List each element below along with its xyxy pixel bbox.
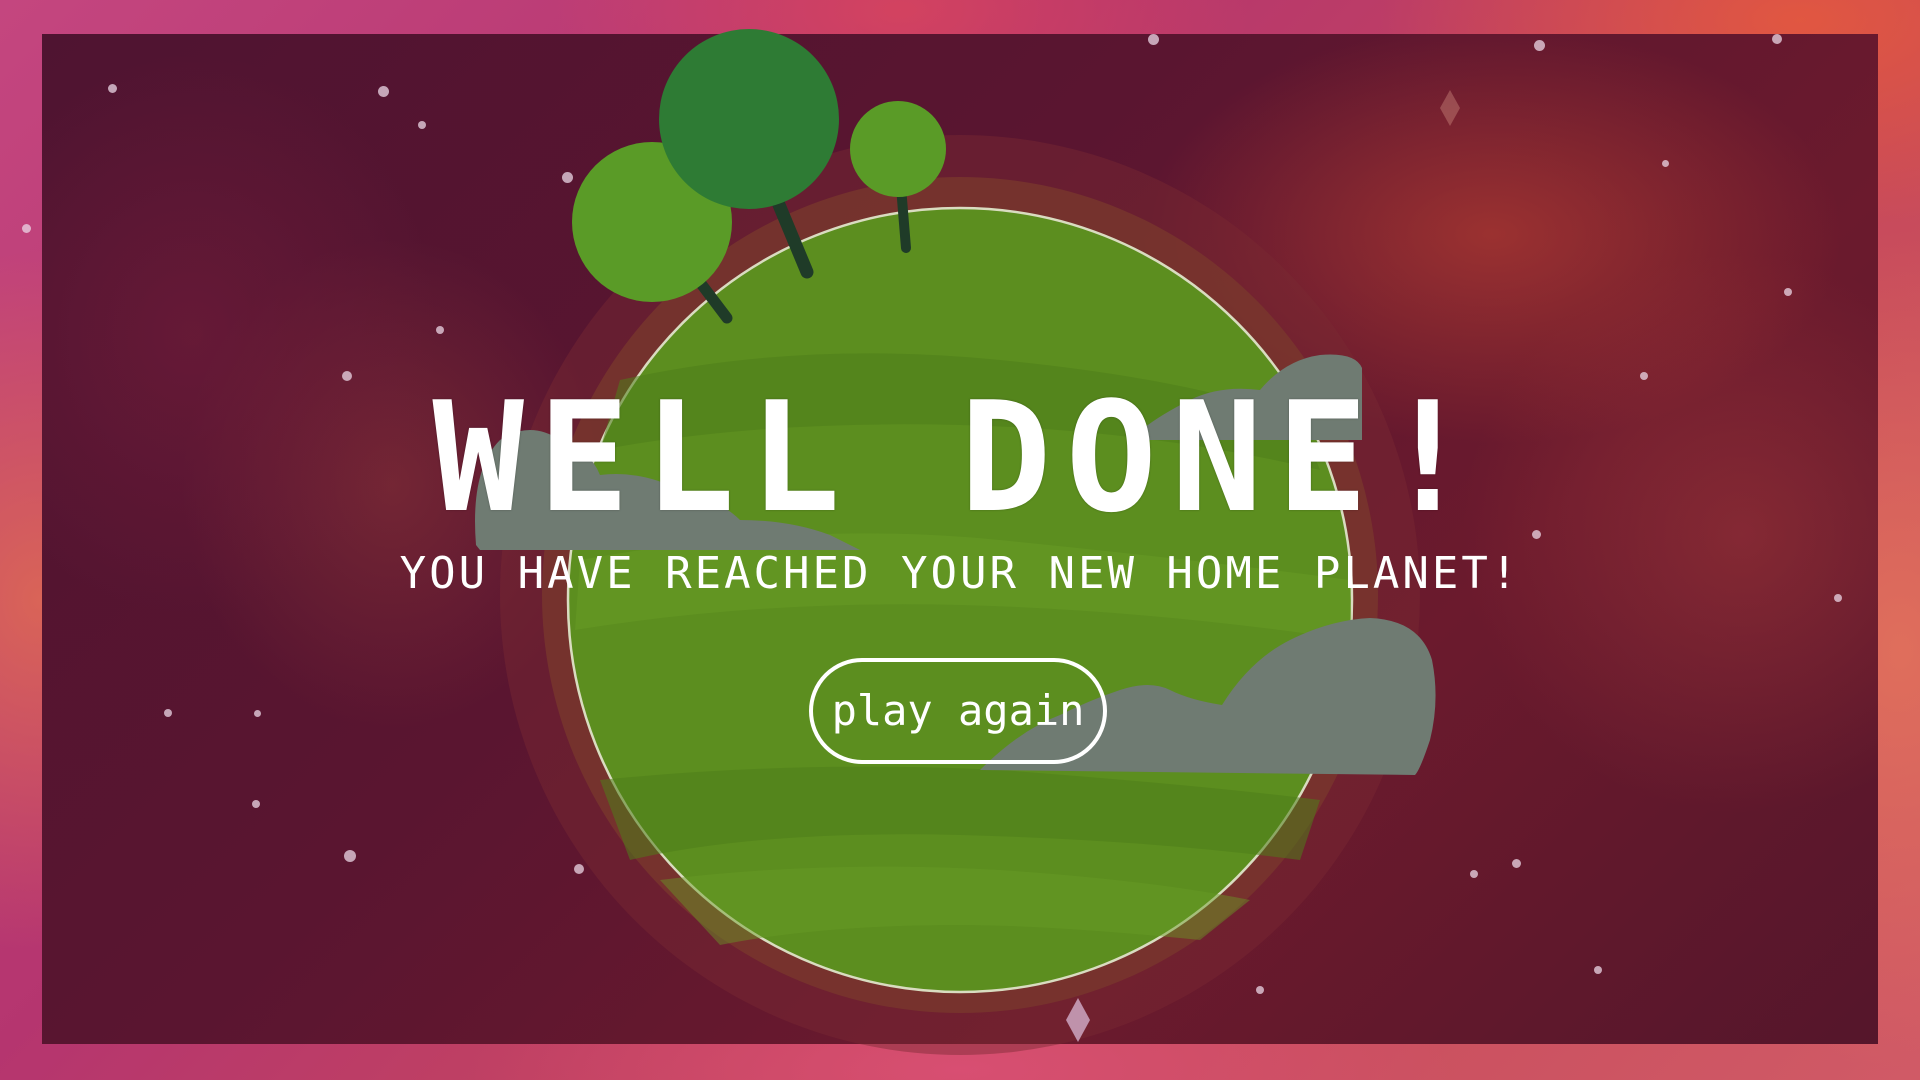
end-screen-ui: WELL DONE! YOU HAVE REACHED YOUR NEW HOM… (0, 0, 1920, 1080)
well-done-title: WELL DONE! (432, 369, 1488, 546)
play-again-button[interactable]: play again (809, 658, 1107, 764)
game-scene: WELL DONE! YOU HAVE REACHED YOUR NEW HOM… (0, 0, 1920, 1080)
reached-planet-message: YOU HAVE REACHED YOUR NEW HOME PLANET! (399, 548, 1521, 599)
